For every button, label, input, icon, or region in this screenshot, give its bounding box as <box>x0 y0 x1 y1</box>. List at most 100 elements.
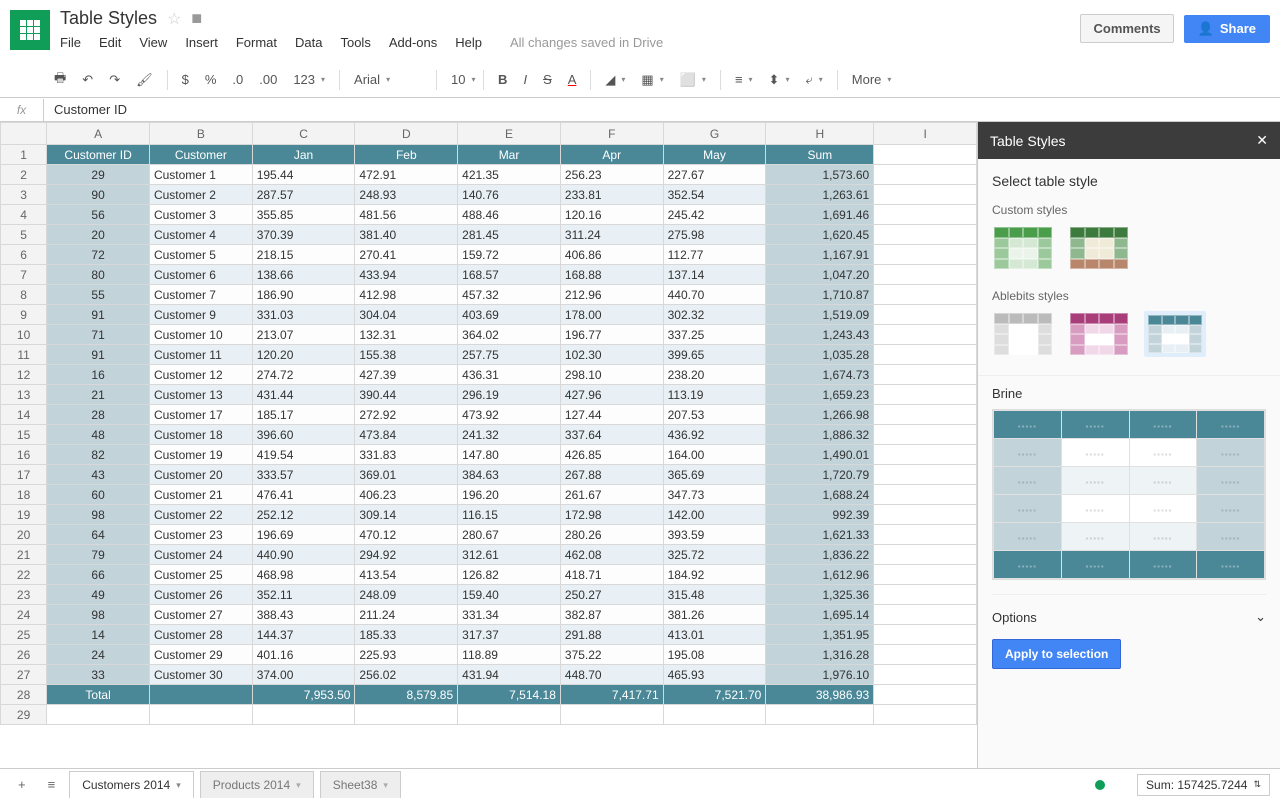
cell[interactable]: 241.32 <box>458 425 561 445</box>
col-header[interactable]: G <box>663 123 766 145</box>
col-header[interactable]: F <box>560 123 663 145</box>
cell[interactable]: 382.87 <box>560 605 663 625</box>
cell[interactable]: 427.39 <box>355 365 458 385</box>
cell[interactable]: 159.72 <box>458 245 561 265</box>
wrap-icon[interactable]: ⤶ <box>799 68 828 92</box>
row-header[interactable]: 11 <box>1 345 47 365</box>
cell[interactable]: 331.03 <box>252 305 355 325</box>
cell[interactable]: 370.39 <box>252 225 355 245</box>
cell[interactable]: 419.54 <box>252 445 355 465</box>
cell[interactable]: 49 <box>47 585 150 605</box>
cell[interactable]: 352.11 <box>252 585 355 605</box>
cell[interactable]: Customer 26 <box>149 585 252 605</box>
cell[interactable]: 381.40 <box>355 225 458 245</box>
cell[interactable]: 184.92 <box>663 565 766 585</box>
cell[interactable]: 28 <box>47 405 150 425</box>
col-header[interactable]: H <box>766 123 874 145</box>
cell[interactable] <box>874 545 977 565</box>
cell[interactable]: 155.38 <box>355 345 458 365</box>
cell[interactable]: Customer 17 <box>149 405 252 425</box>
cell[interactable]: 281.45 <box>458 225 561 245</box>
cell[interactable]: 72 <box>47 245 150 265</box>
select-all-cell[interactable] <box>1 123 47 145</box>
cell[interactable]: 98 <box>47 505 150 525</box>
cell[interactable]: 82 <box>47 445 150 465</box>
cell[interactable]: 112.77 <box>663 245 766 265</box>
cell[interactable]: 401.16 <box>252 645 355 665</box>
cell[interactable]: 248.09 <box>355 585 458 605</box>
cell[interactable]: 14 <box>47 625 150 645</box>
cell[interactable]: 317.37 <box>458 625 561 645</box>
cell[interactable]: 337.25 <box>663 325 766 345</box>
cell[interactable]: 196.77 <box>560 325 663 345</box>
cell[interactable]: Customer 10 <box>149 325 252 345</box>
cell[interactable]: 185.17 <box>252 405 355 425</box>
cell[interactable]: 304.04 <box>355 305 458 325</box>
style-thumb-magenta[interactable] <box>1068 311 1130 357</box>
cell[interactable]: 8,579.85 <box>355 685 458 705</box>
inc-decimal-icon[interactable]: .00 <box>253 68 283 91</box>
share-button[interactable]: 👤Share <box>1184 15 1270 43</box>
cell[interactable]: 227.67 <box>663 165 766 185</box>
cell[interactable]: Mar <box>458 145 561 165</box>
cell[interactable] <box>874 185 977 205</box>
row-header[interactable]: 21 <box>1 545 47 565</box>
redo-icon[interactable]: ↷ <box>103 68 126 92</box>
cell[interactable]: 56 <box>47 205 150 225</box>
cell[interactable]: 137.14 <box>663 265 766 285</box>
number-format-dropdown[interactable]: 123 <box>287 68 331 91</box>
cell[interactable]: 457.32 <box>458 285 561 305</box>
cell[interactable]: 298.10 <box>560 365 663 385</box>
cell[interactable]: 212.96 <box>560 285 663 305</box>
row-header[interactable]: 16 <box>1 445 47 465</box>
cell[interactable]: 91 <box>47 345 150 365</box>
cell[interactable]: 1,490.01 <box>766 445 874 465</box>
cell[interactable]: 355.85 <box>252 205 355 225</box>
cell[interactable]: 369.01 <box>355 465 458 485</box>
cell[interactable]: 1,674.73 <box>766 365 874 385</box>
cell[interactable] <box>874 625 977 645</box>
cell[interactable] <box>874 565 977 585</box>
cell[interactable]: 261.67 <box>560 485 663 505</box>
cell[interactable] <box>874 605 977 625</box>
cell[interactable]: Total <box>47 685 150 705</box>
percent-icon[interactable]: % <box>199 68 223 91</box>
cell[interactable]: 412.98 <box>355 285 458 305</box>
row-header[interactable]: 27 <box>1 665 47 685</box>
cell[interactable]: 440.70 <box>663 285 766 305</box>
cell[interactable]: 102.30 <box>560 345 663 365</box>
cell[interactable]: 132.31 <box>355 325 458 345</box>
cell[interactable]: 436.92 <box>663 425 766 445</box>
cell[interactable] <box>874 645 977 665</box>
cell[interactable]: 440.90 <box>252 545 355 565</box>
cell[interactable]: Customer 23 <box>149 525 252 545</box>
folder-icon[interactable]: ■ <box>191 8 202 29</box>
cell[interactable] <box>874 265 977 285</box>
cell[interactable]: 120.20 <box>252 345 355 365</box>
cell[interactable]: 272.92 <box>355 405 458 425</box>
cell[interactable]: Customer 13 <box>149 385 252 405</box>
row-header[interactable]: 17 <box>1 465 47 485</box>
sheets-logo[interactable] <box>10 10 50 50</box>
cell[interactable]: 168.57 <box>458 265 561 285</box>
cell[interactable]: Customer 27 <box>149 605 252 625</box>
cell[interactable]: 55 <box>47 285 150 305</box>
row-header[interactable]: 18 <box>1 485 47 505</box>
cell[interactable]: 270.41 <box>355 245 458 265</box>
menu-format[interactable]: Format <box>236 35 277 50</box>
row-header[interactable]: 14 <box>1 405 47 425</box>
cell[interactable]: 393.59 <box>663 525 766 545</box>
cell[interactable]: 207.53 <box>663 405 766 425</box>
row-header[interactable]: 22 <box>1 565 47 585</box>
strike-icon[interactable]: S <box>537 68 558 91</box>
col-header[interactable]: C <box>252 123 355 145</box>
cell[interactable]: Customer 28 <box>149 625 252 645</box>
cell[interactable]: 256.23 <box>560 165 663 185</box>
cell[interactable]: 381.26 <box>663 605 766 625</box>
cell[interactable] <box>874 585 977 605</box>
cell[interactable]: 38,986.93 <box>766 685 874 705</box>
cell[interactable]: 1,047.20 <box>766 265 874 285</box>
cell[interactable]: 296.19 <box>458 385 561 405</box>
cell[interactable]: 213.07 <box>252 325 355 345</box>
cell[interactable]: 91 <box>47 305 150 325</box>
